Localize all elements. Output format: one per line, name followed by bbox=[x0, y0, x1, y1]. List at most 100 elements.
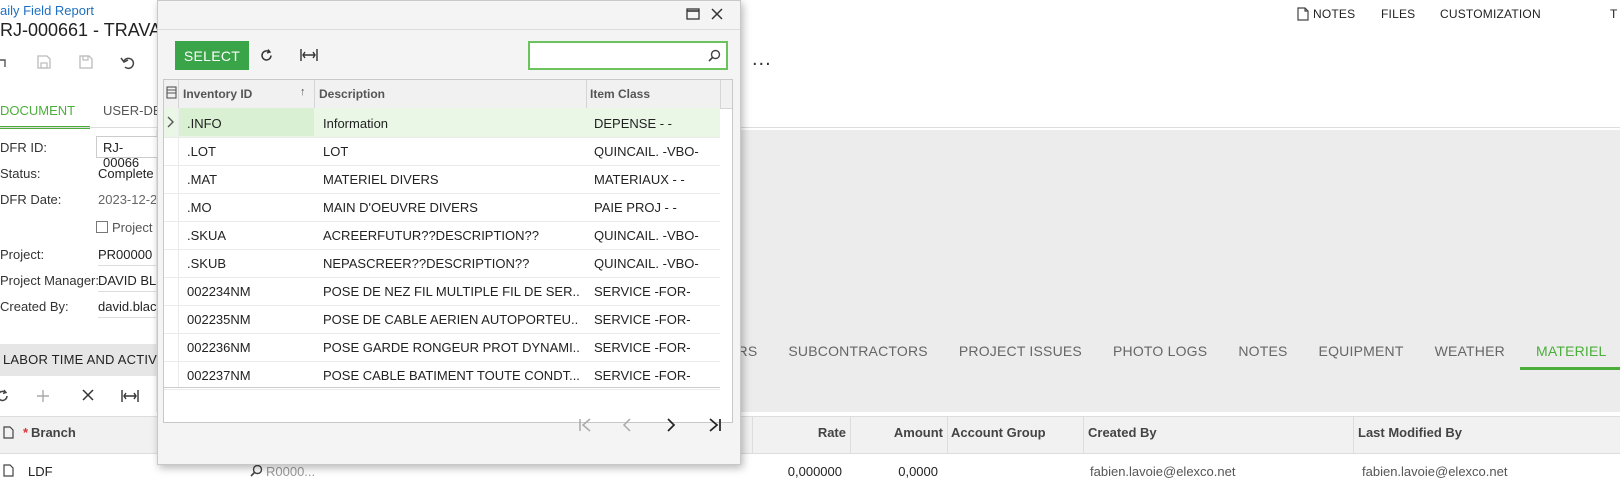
inventory-lookup-cell[interactable]: R0000... bbox=[266, 464, 315, 479]
description-cell[interactable]: Information bbox=[323, 116, 579, 131]
description-cell[interactable]: LOT bbox=[323, 144, 579, 159]
inventory-id-cell[interactable]: .LOT bbox=[187, 144, 216, 159]
files-button[interactable]: FILES bbox=[1381, 7, 1415, 21]
project-field[interactable]: PR00000 bbox=[98, 247, 156, 266]
tab-subcontractors[interactable]: SUBCONTRACTORS bbox=[772, 338, 942, 370]
more-actions-icon[interactable]: ... bbox=[752, 48, 772, 71]
project-manager-field[interactable]: DAVID BL bbox=[98, 273, 156, 292]
inventory-id-cell[interactable]: .SKUA bbox=[187, 228, 226, 243]
breadcrumb[interactable]: aily Field Report bbox=[0, 3, 94, 18]
inventory-id-cell[interactable]: .INFO bbox=[187, 116, 222, 131]
inventory-id-cell[interactable]: 002236NM bbox=[187, 340, 251, 355]
amount-cell[interactable]: 0,0000 bbox=[880, 464, 938, 479]
list-item[interactable]: 002235NM POSE DE CABLE AERIEN AUTOPORTEU.… bbox=[164, 304, 720, 334]
inventory-id-cell[interactable]: .MAT bbox=[187, 172, 217, 187]
account-group-column-header[interactable]: Account Group bbox=[951, 425, 1046, 440]
description-column-header[interactable]: Description bbox=[319, 87, 385, 101]
list-item[interactable]: .SKUA ACREERFUTUR??DESCRIPTION?? QUINCAIL.… bbox=[164, 220, 720, 250]
close-icon[interactable] bbox=[711, 8, 723, 20]
tab-photo-logs[interactable]: PHOTO LOGS bbox=[1097, 338, 1222, 370]
notes-button[interactable]: NOTES bbox=[1297, 7, 1355, 21]
fit-columns-icon[interactable] bbox=[121, 389, 139, 403]
description-cell[interactable]: POSE CABLE BATIMENT TOUTE CONDT... bbox=[323, 368, 579, 383]
tab-project-issues[interactable]: PROJECT ISSUES bbox=[943, 338, 1097, 370]
maximize-icon[interactable] bbox=[686, 8, 700, 20]
description-cell[interactable]: MAIN D'OEUVRE DIVERS bbox=[323, 200, 579, 215]
description-cell[interactable]: POSE GARDE RONGEUR PROT DYNAMI... bbox=[323, 340, 579, 355]
save-close-icon[interactable] bbox=[78, 54, 94, 70]
created-by-field[interactable]: david.blac bbox=[98, 299, 156, 318]
list-item[interactable]: .MO MAIN D'OEUVRE DIVERS PAIE PROJ - - bbox=[164, 192, 720, 222]
item-class-cell[interactable]: MATERIAUX - - bbox=[594, 172, 685, 187]
item-class-cell[interactable]: SERVICE -FOR- bbox=[594, 312, 691, 327]
created-by-column-header[interactable]: Created By bbox=[1088, 425, 1157, 440]
notes-label: NOTES bbox=[1313, 7, 1356, 21]
last-page-icon[interactable] bbox=[708, 418, 722, 432]
tools-label: T bbox=[1610, 7, 1618, 21]
item-class-cell[interactable]: PAIE PROJ - - bbox=[594, 200, 677, 215]
horizontal-scrollbar[interactable] bbox=[164, 387, 720, 388]
item-class-column-header[interactable]: Item Class bbox=[590, 87, 650, 101]
next-page-icon[interactable] bbox=[666, 418, 676, 432]
rate-cell[interactable]: 0,000000 bbox=[772, 464, 842, 479]
item-class-cell[interactable]: DEPENSE - - bbox=[594, 116, 672, 131]
list-item[interactable]: .SKUB NEPASCREER??DESCRIPTION?? QUINCAIL. … bbox=[164, 248, 720, 278]
list-item[interactable]: 002236NM POSE GARDE RONGEUR PROT DYNAMI..… bbox=[164, 332, 720, 362]
branch-cell[interactable]: LDF bbox=[28, 464, 53, 479]
fit-columns-icon[interactable] bbox=[300, 48, 318, 62]
amount-column-header[interactable]: Amount bbox=[880, 425, 943, 440]
back-icon[interactable] bbox=[0, 54, 8, 70]
description-cell[interactable]: MATERIEL DIVERS bbox=[323, 172, 579, 187]
tab-document[interactable]: DOCUMENT bbox=[0, 103, 75, 118]
description-cell[interactable]: POSE DE CABLE AERIEN AUTOPORTEU... bbox=[323, 312, 579, 327]
item-class-cell[interactable]: SERVICE -FOR- bbox=[594, 368, 691, 383]
description-cell[interactable]: NEPASCREER??DESCRIPTION?? bbox=[323, 256, 579, 271]
tab-equipment[interactable]: EQUIPMENT bbox=[1303, 338, 1419, 370]
tab-materiel[interactable]: MATERIEL bbox=[1519, 338, 1620, 370]
status-label: Status: bbox=[0, 166, 41, 181]
item-class-cell[interactable]: QUINCAIL. -VBO- bbox=[594, 228, 699, 243]
list-item[interactable]: .INFO Information DEPENSE - - bbox=[164, 108, 720, 138]
tab-user-defined[interactable]: USER-DE bbox=[103, 103, 162, 118]
dialog-title-bar[interactable] bbox=[158, 1, 740, 30]
branch-column-header[interactable]: Branch bbox=[31, 425, 76, 440]
tools-button[interactable]: T bbox=[1610, 7, 1618, 21]
search-input[interactable] bbox=[528, 41, 728, 70]
description-cell[interactable]: ACREERFUTUR??DESCRIPTION?? bbox=[323, 228, 579, 243]
inventory-id-cell[interactable]: .MO bbox=[187, 200, 212, 215]
tab-weather[interactable]: WEATHER bbox=[1419, 338, 1520, 370]
inventory-id-cell[interactable]: 002237NM bbox=[187, 368, 251, 383]
tab-notes[interactable]: NOTES bbox=[1222, 338, 1302, 370]
inventory-id-column-header[interactable]: Inventory ID bbox=[183, 87, 252, 101]
inventory-id-cell[interactable]: 002234NM bbox=[187, 284, 251, 299]
last-modified-column-header[interactable]: Last Modified By bbox=[1358, 425, 1462, 440]
item-class-cell[interactable]: SERVICE -FOR- bbox=[594, 340, 691, 355]
item-class-cell[interactable]: QUINCAIL. -VBO- bbox=[594, 144, 699, 159]
list-item[interactable]: 002237NM POSE CABLE BATIMENT TOUTE CONDT.… bbox=[164, 360, 720, 390]
row-selector-icon[interactable] bbox=[166, 86, 177, 99]
refresh-icon[interactable] bbox=[259, 48, 274, 63]
inventory-id-cell[interactable]: 002235NM bbox=[187, 312, 251, 327]
save-icon[interactable] bbox=[36, 54, 52, 70]
delete-row-icon[interactable] bbox=[82, 389, 94, 401]
select-button[interactable]: SELECT bbox=[175, 41, 249, 70]
item-class-cell[interactable]: SERVICE -FOR- bbox=[594, 284, 691, 299]
item-class-cell[interactable]: QUINCAIL. -VBO- bbox=[594, 256, 699, 271]
refresh-grid-icon[interactable] bbox=[0, 389, 10, 403]
project-checkbox[interactable] bbox=[96, 221, 108, 233]
dfr-id-field[interactable]: RJ-00066 bbox=[96, 136, 166, 170]
description-cell[interactable]: POSE DE NEZ FIL MULTIPLE FIL DE SER... bbox=[323, 284, 579, 299]
previous-page-icon[interactable] bbox=[622, 418, 632, 432]
list-item[interactable]: 002234NM POSE DE NEZ FIL MULTIPLE FIL DE … bbox=[164, 276, 720, 306]
list-item[interactable]: .LOT LOT QUINCAIL. -VBO- bbox=[164, 136, 720, 166]
list-item[interactable]: .MAT MATERIEL DIVERS MATERIAUX - - bbox=[164, 164, 720, 194]
section-labor-time[interactable]: LABOR TIME AND ACTIVIT bbox=[0, 344, 169, 376]
lookup-search-icon[interactable] bbox=[250, 464, 263, 477]
inventory-id-cell[interactable]: .SKUB bbox=[187, 256, 226, 271]
undo-icon[interactable] bbox=[120, 54, 136, 70]
rate-column-header[interactable]: Rate bbox=[800, 425, 846, 440]
first-page-icon[interactable] bbox=[578, 418, 592, 432]
search-icon[interactable] bbox=[708, 49, 721, 62]
add-row-icon[interactable] bbox=[36, 389, 50, 403]
customization-button[interactable]: CUSTOMIZATION bbox=[1440, 7, 1541, 21]
